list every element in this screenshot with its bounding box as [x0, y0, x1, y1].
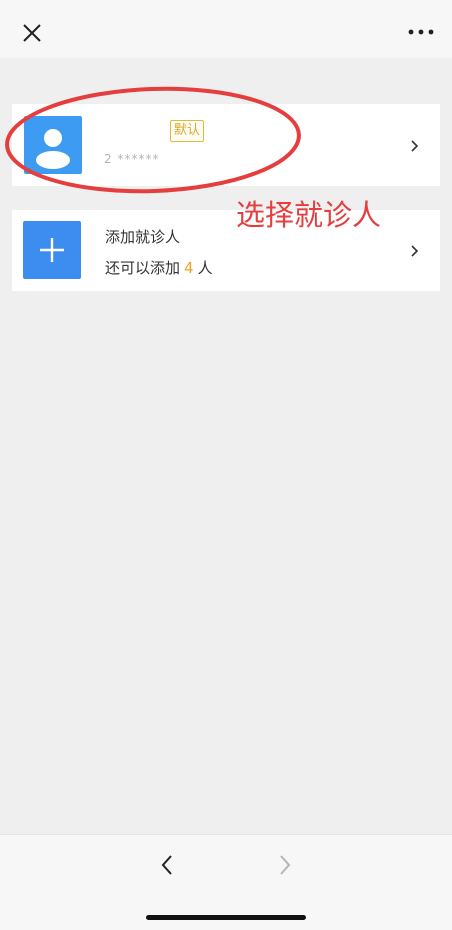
- plus-icon[interactable]: [23, 221, 81, 279]
- more-dots-icon[interactable]: [406, 22, 436, 42]
- person-avatar-icon: [24, 116, 82, 174]
- home-indicator[interactable]: [146, 915, 306, 920]
- chevron-right-icon[interactable]: [276, 853, 294, 877]
- remaining-prefix: 还可以添加: [105, 259, 181, 277]
- patient-card[interactable]: 默认 2 ******: [12, 104, 440, 186]
- close-icon[interactable]: [18, 19, 46, 47]
- page: 默认 2 ****** 添加就诊人 还可以添加 4 人 选择就诊人: [0, 0, 452, 930]
- add-patient-remaining: 还可以添加 4 人: [105, 258, 213, 278]
- remaining-count: 4: [184, 259, 194, 277]
- default-badge: 默认: [170, 120, 204, 142]
- chevron-left-icon[interactable]: [158, 853, 176, 877]
- add-patient-title: 添加就诊人: [105, 228, 181, 246]
- patient-masked-id: 2 ******: [104, 152, 160, 166]
- top-bar: [0, 0, 452, 58]
- chevron-right-icon[interactable]: [410, 138, 420, 152]
- bottom-nav: [0, 834, 452, 930]
- remaining-suffix: 人: [197, 259, 213, 277]
- annotation-text: 选择就诊人: [236, 198, 382, 232]
- chevron-right-icon[interactable]: [410, 243, 420, 257]
